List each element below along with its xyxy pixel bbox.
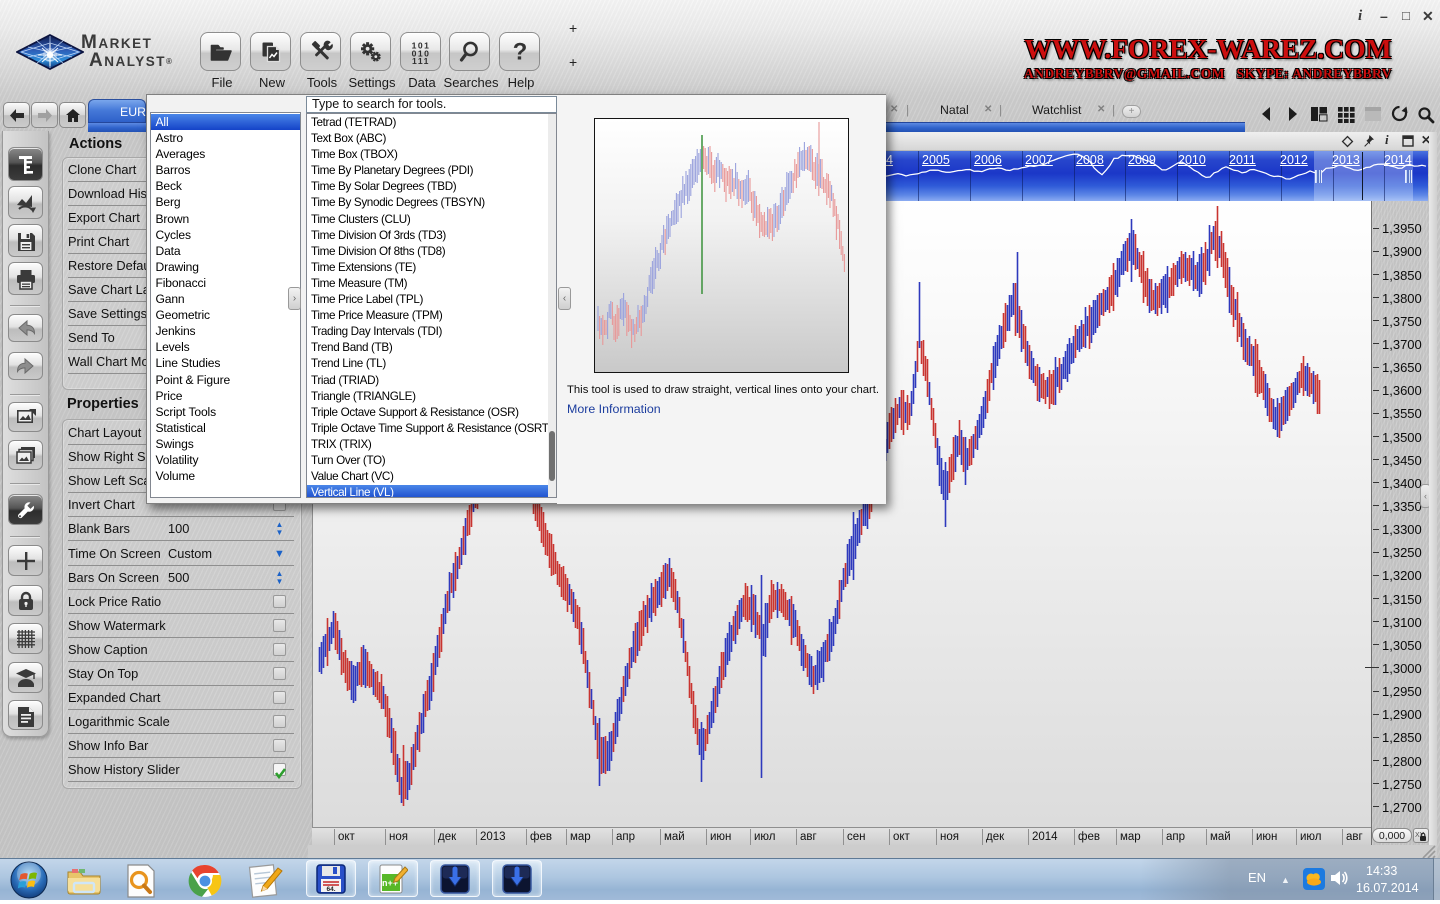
svg-text:111: 111 <box>412 56 430 64</box>
svg-text:?: ? <box>513 40 528 64</box>
svg-text:64.: 64. <box>326 886 335 893</box>
